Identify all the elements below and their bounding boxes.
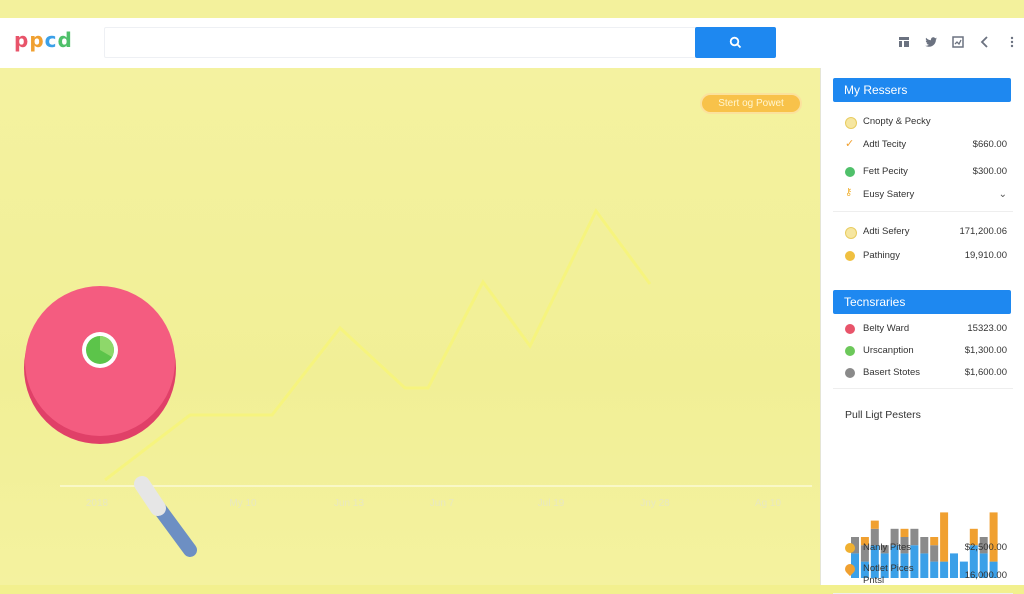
circle-icon [845,368,855,378]
row-label: Basert Stotes [863,367,921,378]
list-item[interactable]: Fett Pecity $300.00 [845,164,1007,180]
list-item[interactable]: Belty Ward 15323.00 [845,321,1007,337]
circle-icon [845,167,855,177]
list-item[interactable]: Urscanption $1,300.00 [845,343,1007,359]
row-value: 171,200.06 [959,226,1007,237]
section-header-my-ressers[interactable]: My Ressers [833,78,1011,102]
list-item[interactable]: Basert Stotes $1,600.00 [845,365,1007,381]
chevron-left-icon[interactable] [978,35,992,49]
chevron-down-icon[interactable]: ⌄ [999,189,1007,200]
circle-icon [845,251,855,261]
row-value: $300.00 [972,166,1007,177]
row-value: $660.00 [972,139,1007,150]
logo-letter: c [44,28,58,52]
list-item[interactable]: Nanly Pites $2,500.00 [845,540,1007,556]
more-vertical-icon[interactable] [1005,35,1019,49]
top-strip [0,0,1024,18]
search-button[interactable] [695,27,776,58]
list-item[interactable]: ⚷ Eusy Satery ⌄ [845,187,1007,203]
circle-icon [845,346,855,356]
row-label: Adti Sefery [863,226,910,237]
header: ppcd [0,18,1024,69]
start-button[interactable]: Stert og Powet [700,93,802,114]
circle-icon [845,324,855,334]
row-label: Eusy Satery [863,189,915,200]
x-tick-label: Jun 13 [333,498,365,509]
row-label: Pathingy [863,250,900,261]
section-title-pull-ligt-pesters: Pull Ligt Pesters [845,409,921,421]
key-icon: ⚷ [845,187,853,198]
row-value: 19,910.00 [964,250,1007,261]
x-tick-label: Jun 7 [429,498,455,509]
row-label: Cnopty & Pecky [863,116,931,127]
circle-icon [845,117,857,129]
row-value: $1,600.00 [964,367,1007,378]
search-icon [729,36,742,49]
app-logo[interactable]: ppcd [14,28,73,52]
x-tick-label: Ag 10 [754,498,782,509]
x-tick-label: 2018 [85,498,109,509]
circle-icon [845,227,857,239]
divider [833,388,1013,389]
row-value: $2,500.00 [964,542,1007,553]
x-tick-label: Jny 28 [640,498,670,509]
magnifier-illustration [24,286,197,557]
row-value: 15323.00 [967,323,1007,334]
list-item[interactable]: Pathingy 19,910.00 [845,248,1007,264]
list-item[interactable]: Pntsl [847,573,1007,589]
row-label: Urscanption [863,345,914,356]
right-panel: My Ressers Cnopty & Pecky ✓ Adtl Tecity … [820,68,1024,594]
logo-letter: p [14,28,30,52]
series-line [104,208,652,482]
row-label: Pntsl [863,575,885,586]
image-icon[interactable] [951,35,965,49]
row-value: $1,300.00 [964,345,1007,356]
x-tick-label: My 10 [229,498,257,509]
divider [833,211,1013,212]
search-input[interactable] [104,27,776,58]
row-label: Nanly Pites [863,542,912,553]
grid-icon[interactable] [897,35,911,49]
logo-letter: d [57,28,73,52]
row-label: Belty Ward [863,323,910,334]
twitter-icon[interactable] [924,35,938,49]
bar [900,528,909,537]
check-icon: ✓ [845,137,855,150]
x-tick-label: Jul 19 [537,498,565,509]
logo-letter: p [29,28,45,52]
list-item[interactable]: Adti Sefery 171,200.06 [845,224,1007,240]
row-label: Adtl Tecity [863,139,907,150]
row-label: Fett Pecity [863,166,908,177]
list-item[interactable]: ✓ Adtl Tecity $660.00 [845,137,1007,153]
bar [870,520,879,529]
section-header-tecnsraries[interactable]: Tecnsraries [833,290,1011,314]
circle-icon [845,543,855,553]
list-item[interactable]: Cnopty & Pecky [845,114,1007,130]
